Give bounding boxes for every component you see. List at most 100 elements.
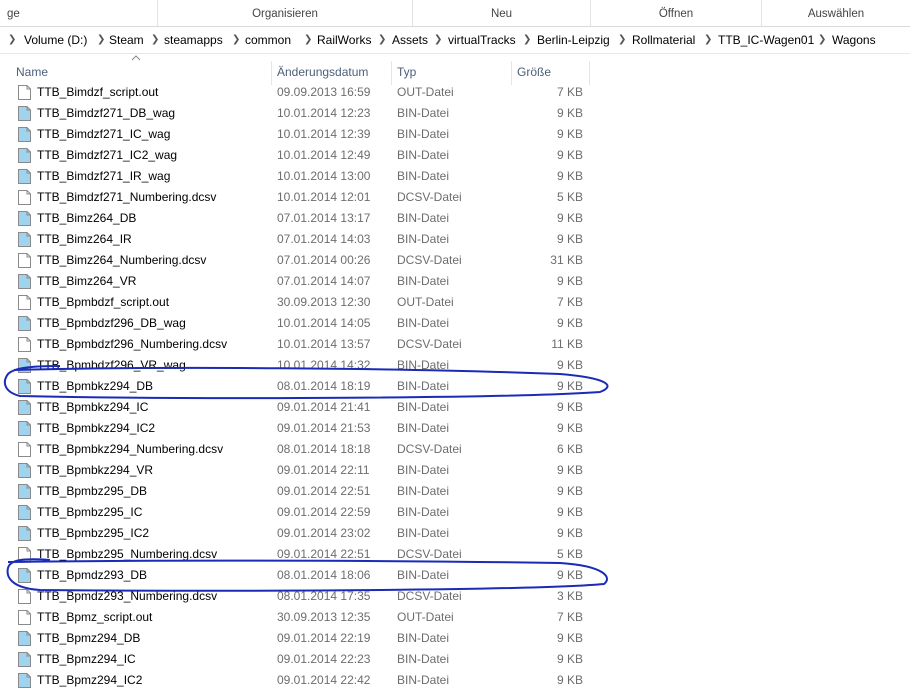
file-row[interactable]: TTB_Bpmdz293_Numbering.dcsv 08.01.2014 17… [0, 586, 910, 607]
chevron-right-icon[interactable]: ❯ [8, 29, 16, 51]
chevron-right-icon[interactable]: ❯ [618, 29, 626, 51]
file-date: 10.01.2014 13:57 [277, 337, 371, 351]
ribbon-group-ge[interactable]: ge [0, 0, 158, 26]
file-date: 10.01.2014 13:00 [277, 169, 371, 183]
file-row[interactable]: TTB_Bpmbkz294_Numbering.dcsv 08.01.2014 1… [0, 439, 910, 460]
breadcrumb-wagons[interactable]: Wagons [832, 29, 876, 51]
file-size: 5 KB [556, 190, 583, 204]
breadcrumb-rollmaterial[interactable]: Rollmaterial [632, 29, 695, 51]
chevron-right-icon[interactable]: ❯ [232, 29, 240, 51]
file-row[interactable]: TTB_Bimdzf271_DB_wag 10.01.2014 12:23 BIN-… [0, 103, 910, 124]
file-type: BIN-Datei [397, 526, 450, 540]
file-row[interactable]: TTB_Bimz264_Numbering.dcsv 07.01.2014 00:… [0, 250, 910, 271]
file-type: OUT-Datei [397, 295, 454, 309]
file-date: 10.01.2014 12:01 [277, 190, 371, 204]
breadcrumb-steamapps[interactable]: steamapps [164, 29, 223, 51]
chevron-right-icon[interactable]: ❯ [523, 29, 531, 51]
file-size: 9 KB [556, 484, 583, 498]
file-name: TTB_Bpmbkz294_DB [37, 379, 154, 393]
ribbon-group-oeffnen[interactable]: Öffnen [591, 0, 762, 26]
chevron-right-icon[interactable]: ❯ [97, 29, 105, 51]
file-row[interactable]: TTB_Bpmbkz294_IC 09.01.2014 21:41 BIN-Date… [0, 397, 910, 418]
file-type: BIN-Datei [397, 169, 450, 183]
file-date: 08.01.2014 18:18 [277, 442, 371, 456]
file-row[interactable]: TTB_Bpmbkz294_IC2 09.01.2014 21:53 BIN-Dat… [0, 418, 910, 439]
file-type: BIN-Datei [397, 673, 450, 687]
chevron-right-icon[interactable]: ❯ [151, 29, 159, 51]
chevron-right-icon[interactable]: ❯ [704, 29, 712, 51]
file-row[interactable]: TTB_Bpmz294_IC2 09.01.2014 22:42 BIN-Datei… [0, 670, 910, 691]
file-size: 9 KB [556, 463, 583, 477]
file-size: 9 KB [556, 526, 583, 540]
file-row[interactable]: TTB_Bpmbdzf_script.out 30.09.2013 12:30 OU… [0, 292, 910, 313]
bin-file-icon [18, 568, 31, 583]
breadcrumb-virtualtracks[interactable]: virtualTracks [448, 29, 516, 51]
file-row[interactable]: TTB_Bimdzf271_Numbering.dcsv 10.01.2014 1… [0, 187, 910, 208]
file-row[interactable]: TTB_Bpmbkz294_VR 09.01.2014 22:11 BIN-Date… [0, 460, 910, 481]
file-row[interactable]: TTB_Bimz264_DB 07.01.2014 13:17 BIN-Datei 9… [0, 208, 910, 229]
file-name: TTB_Bimz264_VR [37, 274, 137, 288]
file-type: DCSV-Datei [397, 589, 462, 603]
file-size: 9 KB [556, 148, 583, 162]
file-type: BIN-Datei [397, 127, 450, 141]
ribbon-group-auswaehlen[interactable]: Auswählen [762, 0, 910, 26]
file-row[interactable]: TTB_Bpmbz295_IC2 09.01.2014 23:02 BIN-Date… [0, 523, 910, 544]
file-row[interactable]: TTB_Bpmbdzf296_VR_wag 10.01.2014 14:32 BIN… [0, 355, 910, 376]
breadcrumb-volume-d[interactable]: Volume (D:) [24, 29, 87, 51]
file-row[interactable]: TTB_Bpmbkz294_DB 08.01.2014 18:19 BIN-Date… [0, 376, 910, 397]
file-size: 9 KB [556, 568, 583, 582]
chevron-right-icon[interactable]: ❯ [818, 29, 826, 51]
file-date: 09.01.2014 22:23 [277, 652, 371, 666]
breadcrumb-berlin-leipzig[interactable]: Berlin-Leipzig [537, 29, 610, 51]
plain-file-icon [18, 610, 31, 625]
file-row[interactable]: TTB_Bpmdz293_DB 08.01.2014 18:06 BIN-Datei… [0, 565, 910, 586]
file-row[interactable]: TTB_Bpmbz295_IC 09.01.2014 22:59 BIN-Datei… [0, 502, 910, 523]
plain-file-icon [18, 85, 31, 100]
ribbon-group-neu[interactable]: Neu [413, 0, 591, 26]
bin-file-icon [18, 211, 31, 226]
file-row[interactable]: TTB_Bimz264_IR 07.01.2014 14:03 BIN-Datei 9… [0, 229, 910, 250]
file-size: 9 KB [556, 274, 583, 288]
file-row[interactable]: TTB_Bimdzf_script.out 09.09.2013 16:59 OUT… [0, 82, 910, 103]
chevron-right-icon[interactable]: ❯ [434, 29, 442, 51]
file-row[interactable]: TTB_Bpmbdzf296_DB_wag 10.01.2014 14:05 BIN… [0, 313, 910, 334]
file-name: TTB_Bpmbdzf296_DB_wag [37, 316, 186, 330]
chevron-right-icon[interactable]: ❯ [378, 29, 386, 51]
file-row[interactable]: TTB_Bpmbdzf296_Numbering.dcsv 10.01.2014 … [0, 334, 910, 355]
file-size: 7 KB [556, 610, 583, 624]
bin-file-icon [18, 400, 31, 415]
chevron-right-icon[interactable]: ❯ [304, 29, 312, 51]
file-type: BIN-Datei [397, 652, 450, 666]
breadcrumb-common[interactable]: common [245, 29, 291, 51]
file-row[interactable]: TTB_Bimz264_VR 07.01.2014 14:07 BIN-Datei 9… [0, 271, 910, 292]
file-row[interactable]: TTB_Bpmz294_DB 09.01.2014 22:19 BIN-Datei 9… [0, 628, 910, 649]
file-name: TTB_Bpmbkz294_Numbering.dcsv [37, 442, 224, 456]
breadcrumb-railworks[interactable]: RailWorks [317, 29, 371, 51]
file-name: TTB_Bpmz294_DB [37, 631, 141, 645]
file-row[interactable]: TTB_Bpmz_script.out 30.09.2013 12:35 OUT-D… [0, 607, 910, 628]
file-size: 9 KB [556, 379, 583, 393]
plain-file-icon [18, 190, 31, 205]
bin-file-icon [18, 379, 31, 394]
bin-file-icon [18, 106, 31, 121]
bin-file-icon [18, 421, 31, 436]
bin-file-icon [18, 232, 31, 247]
file-name: TTB_Bimz264_IR [37, 232, 132, 246]
file-row[interactable]: TTB_Bimdzf271_IR_wag 10.01.2014 13:00 BIN-… [0, 166, 910, 187]
file-row[interactable]: TTB_Bimdzf271_IC_wag 10.01.2014 12:39 BIN-… [0, 124, 910, 145]
file-row[interactable]: TTB_Bimdzf271_IC2_wag 10.01.2014 12:49 BIN… [0, 145, 910, 166]
breadcrumb-steam[interactable]: Steam [109, 29, 144, 51]
file-name: TTB_Bpmbz295_IC2 [37, 526, 150, 540]
file-type: DCSV-Datei [397, 337, 462, 351]
file-row[interactable]: TTB_Bpmbz295_Numbering.dcsv 09.01.2014 22… [0, 544, 910, 565]
breadcrumb-ttb-ic-wagen01[interactable]: TTB_IC-Wagen01 [718, 29, 814, 51]
file-date: 09.01.2014 22:11 [277, 463, 370, 477]
file-size: 3 KB [556, 589, 583, 603]
file-row[interactable]: TTB_Bpmz294_IC 09.01.2014 22:23 BIN-Datei 9… [0, 649, 910, 670]
file-date: 08.01.2014 18:19 [277, 379, 371, 393]
breadcrumb-assets[interactable]: Assets [392, 29, 428, 51]
file-row[interactable]: TTB_Bpmbz295_DB 09.01.2014 22:51 BIN-Datei… [0, 481, 910, 502]
ribbon-group-organisieren[interactable]: Organisieren [158, 0, 413, 26]
file-date: 09.01.2014 21:53 [277, 421, 371, 435]
file-type: DCSV-Datei [397, 190, 462, 204]
